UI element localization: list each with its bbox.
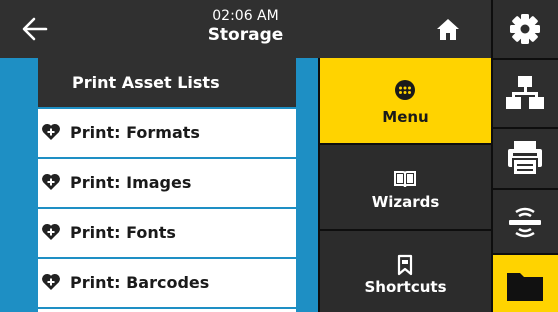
wizards-label: Wizards — [371, 193, 440, 211]
bookmark-icon — [397, 254, 413, 276]
sidebar-item-network[interactable] — [493, 60, 558, 127]
menu-dots-icon — [395, 80, 415, 100]
rfid-icon — [509, 207, 541, 238]
header-bar: 02:06 AM Storage — [0, 0, 491, 58]
network-icon — [506, 76, 544, 109]
sidebar-item-settings[interactable] — [493, 0, 558, 58]
favorite-plus-icon — [42, 173, 60, 190]
list-item-label: Print: Images — [70, 173, 192, 192]
printer-screen: 02:06 AM Storage Print Asset Lists Print… — [0, 0, 558, 312]
favorite-plus-icon — [42, 273, 60, 290]
menu-label: Menu — [382, 108, 429, 126]
gear-icon — [510, 14, 540, 44]
home-icon[interactable] — [434, 15, 462, 43]
list-item[interactable]: Print: Barcodes — [38, 259, 296, 307]
sidebar-item-rfid[interactable] — [493, 190, 558, 253]
folder-icon — [507, 273, 543, 301]
shortcuts-button[interactable]: Shortcuts — [320, 231, 491, 312]
page-title: Storage — [207, 25, 284, 45]
menu-button[interactable]: Menu — [320, 58, 491, 143]
list-item[interactable]: Print: Images — [38, 159, 296, 207]
list-item-label: Print: Formats — [70, 123, 200, 142]
book-icon — [394, 171, 416, 188]
sidebar-item-storage[interactable] — [493, 255, 558, 312]
printer-icon — [508, 141, 542, 176]
favorite-plus-icon — [42, 223, 60, 240]
clock-time: 02:06 AM — [212, 8, 279, 24]
list-header: Print Asset Lists — [38, 58, 296, 107]
list-item-label: Print: Fonts — [70, 223, 176, 242]
wizards-button[interactable]: Wizards — [320, 145, 491, 229]
list-header-label: Print Asset Lists — [72, 73, 220, 92]
sidebar-item-printer[interactable] — [493, 129, 558, 188]
shortcuts-label: Shortcuts — [364, 278, 447, 296]
favorite-plus-icon — [42, 123, 60, 140]
list-item-label: Print: Barcodes — [70, 273, 210, 292]
list-item[interactable]: Print: Fonts — [38, 209, 296, 257]
list-item[interactable]: Print: Formats — [38, 109, 296, 157]
